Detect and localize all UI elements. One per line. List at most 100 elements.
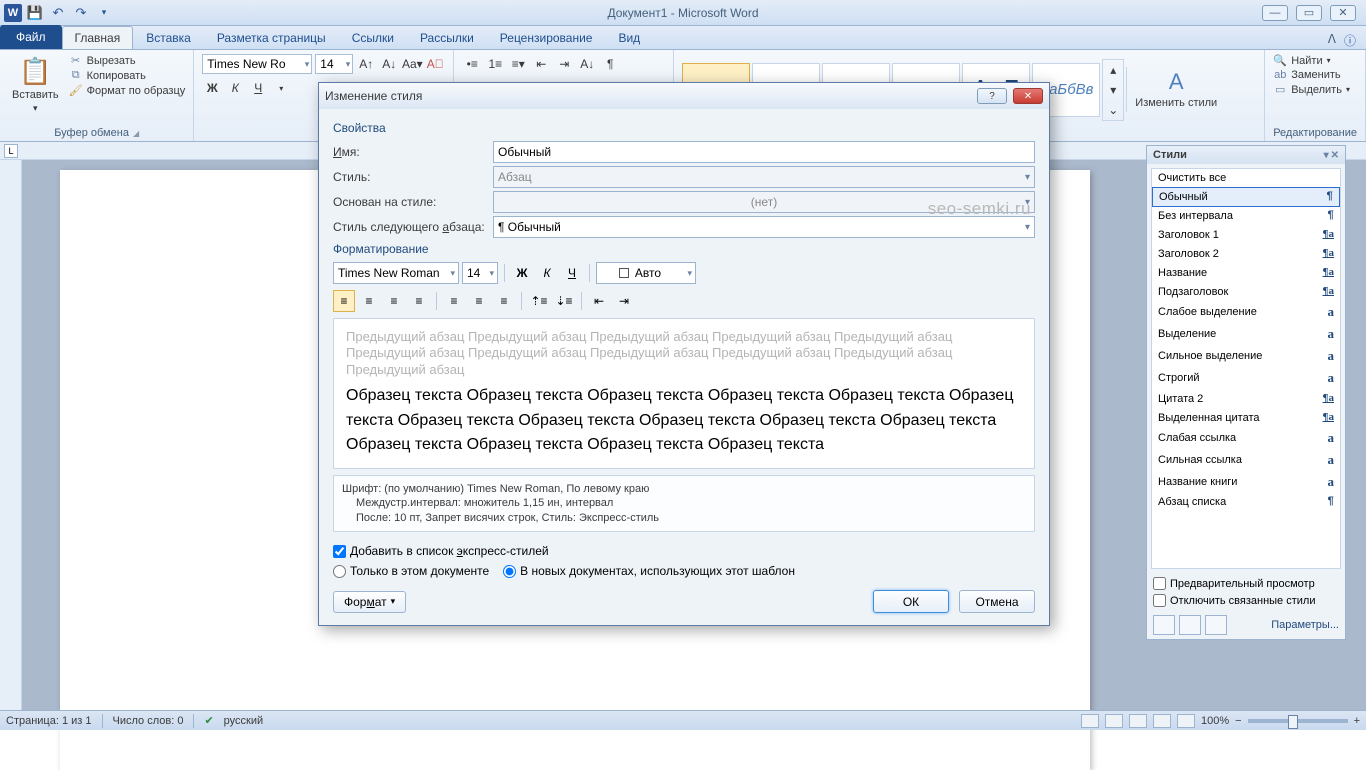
underline-dropdown-icon[interactable]: ▾ — [271, 78, 291, 98]
dialog-launcher-icon[interactable]: ◢ — [133, 129, 139, 138]
cut-button[interactable]: ✂Вырезать — [69, 54, 186, 67]
style-list-item[interactable]: Без интервала¶ — [1152, 207, 1340, 225]
indent-dec-button[interactable]: ⇤ — [588, 290, 610, 312]
clear-format-icon[interactable]: A⃠ — [425, 54, 445, 74]
dialog-underline-button[interactable]: Ч — [561, 262, 583, 284]
qat-dropdown-icon[interactable]: ▾ — [94, 3, 114, 23]
style-list-item[interactable]: Обычный¶ — [1152, 187, 1340, 207]
align-left-button[interactable]: ≡ — [333, 290, 355, 312]
maximize-button[interactable]: ▭ — [1296, 5, 1322, 21]
view-web[interactable] — [1129, 714, 1147, 728]
dialog-help-button[interactable]: ? — [977, 88, 1007, 104]
disable-linked-checkbox[interactable]: Отключить связанные стили — [1153, 594, 1339, 607]
dialog-font-combo[interactable]: Times New Roman — [333, 262, 459, 284]
tab-review[interactable]: Рецензирование — [487, 26, 606, 49]
dialog-close-button[interactable]: ✕ — [1013, 88, 1043, 104]
sort-icon[interactable]: A↓ — [577, 54, 597, 74]
view-outline[interactable] — [1153, 714, 1171, 728]
align-justify-button[interactable]: ≡ — [408, 290, 430, 312]
format-button[interactable]: Формат▾ — [333, 591, 406, 613]
dialog-italic-button[interactable]: К — [536, 262, 558, 284]
indent-inc-button[interactable]: ⇥ — [613, 290, 635, 312]
italic-button[interactable]: К — [225, 78, 245, 98]
multilevel-icon[interactable]: ≡▾ — [508, 54, 528, 74]
add-to-quick-styles-checkbox[interactable]: Добавить в список экспресс-стилей — [333, 544, 1035, 558]
change-styles-button[interactable]: A Изменить стили — [1126, 67, 1221, 111]
font-size-combo[interactable]: 14 — [315, 54, 353, 74]
tab-references[interactable]: Ссылки — [339, 26, 407, 49]
style-list-item[interactable]: Заголовок 1¶a — [1152, 225, 1340, 244]
grow-font-icon[interactable]: A↑ — [356, 54, 376, 74]
style-list-item[interactable]: Название книгиa — [1152, 471, 1340, 493]
styles-list[interactable]: Очистить всеОбычный¶Без интервала¶Заголо… — [1151, 168, 1341, 569]
pane-dropdown-icon[interactable]: ▾ — [1324, 150, 1329, 161]
status-word-count[interactable]: Число слов: 0 — [113, 715, 184, 727]
select-based-on[interactable]: (нет) — [493, 191, 1035, 213]
select-button[interactable]: ▭Выделить▾ — [1273, 83, 1350, 96]
tab-mailings[interactable]: Рассылки — [407, 26, 487, 49]
numbering-icon[interactable]: 1≡ — [485, 54, 505, 74]
view-print-layout[interactable] — [1081, 714, 1099, 728]
style-list-item[interactable]: Название¶a — [1152, 263, 1340, 282]
status-language[interactable]: русский — [224, 715, 263, 727]
help-icon[interactable]: ⓘ — [1344, 32, 1356, 49]
line-spacing-1-button[interactable]: ≡ — [443, 290, 465, 312]
line-spacing-15-button[interactable]: ≡ — [468, 290, 490, 312]
spellcheck-icon[interactable]: ✔ — [204, 714, 213, 727]
minimize-button[interactable]: — — [1262, 5, 1288, 21]
tab-view[interactable]: Вид — [605, 26, 653, 49]
save-icon[interactable]: 💾 — [25, 3, 45, 23]
bold-button[interactable]: Ж — [202, 78, 222, 98]
paste-button[interactable]: 📋 Вставить ▾ — [8, 54, 63, 116]
manage-styles-button[interactable] — [1205, 615, 1227, 635]
undo-icon[interactable]: ↶ — [48, 3, 68, 23]
bullets-icon[interactable]: •≡ — [462, 54, 482, 74]
ribbon-minimize-icon[interactable]: ᐱ — [1328, 32, 1336, 49]
redo-icon[interactable]: ↷ — [71, 3, 91, 23]
dialog-bold-button[interactable]: Ж — [511, 262, 533, 284]
only-this-doc-radio[interactable]: Только в этом документе — [333, 564, 489, 578]
new-style-button[interactable] — [1153, 615, 1175, 635]
style-list-item[interactable]: Слабое выделениеa — [1152, 301, 1340, 323]
dialog-size-combo[interactable]: 14 — [462, 262, 498, 284]
status-page[interactable]: Страница: 1 из 1 — [6, 715, 92, 727]
style-list-item[interactable]: Слабая ссылкаa — [1152, 427, 1340, 449]
view-fullscreen[interactable] — [1105, 714, 1123, 728]
zoom-slider[interactable] — [1248, 719, 1348, 723]
style-inspector-button[interactable] — [1179, 615, 1201, 635]
underline-button[interactable]: Ч — [248, 78, 268, 98]
copy-button[interactable]: ⧉Копировать — [69, 69, 186, 82]
select-next-para[interactable]: ¶ Обычный — [493, 216, 1035, 238]
align-center-button[interactable]: ≡ — [358, 290, 380, 312]
styles-options-link[interactable]: Параметры... — [1271, 619, 1339, 631]
new-docs-radio[interactable]: В новых документах, использующих этот ша… — [503, 564, 795, 578]
style-list-item[interactable]: Цитата 2¶a — [1152, 389, 1340, 408]
view-draft[interactable] — [1177, 714, 1195, 728]
tab-insert[interactable]: Вставка — [133, 26, 204, 49]
cancel-button[interactable]: Отмена — [959, 590, 1035, 613]
find-button[interactable]: 🔍Найти▾ — [1273, 54, 1350, 67]
style-list-item[interactable]: Очистить все — [1152, 169, 1340, 187]
preview-checkbox[interactable]: Предварительный просмотр — [1153, 577, 1339, 590]
tab-page-layout[interactable]: Разметка страницы — [204, 26, 339, 49]
gallery-up-icon[interactable]: ▴ — [1103, 60, 1123, 80]
replace-button[interactable]: abЗаменить — [1273, 69, 1350, 81]
zoom-in-button[interactable]: + — [1354, 715, 1360, 727]
close-button[interactable]: ✕ — [1330, 5, 1356, 21]
format-painter-button[interactable]: 🖌Формат по образцу — [69, 84, 186, 97]
zoom-out-button[interactable]: − — [1235, 715, 1241, 727]
tab-file[interactable]: Файл — [0, 25, 62, 49]
shrink-font-icon[interactable]: A↓ — [379, 54, 399, 74]
ok-button[interactable]: ОК — [873, 590, 949, 613]
input-style-name[interactable]: Обычный — [493, 141, 1035, 163]
decrease-indent-icon[interactable]: ⇤ — [531, 54, 551, 74]
style-list-item[interactable]: Строгийa — [1152, 367, 1340, 389]
tab-selector[interactable]: L — [4, 144, 18, 158]
style-list-item[interactable]: Выделенная цитата¶a — [1152, 408, 1340, 427]
space-before-inc-button[interactable]: ⇡≡ — [528, 290, 550, 312]
style-list-item[interactable]: Сильная ссылкаa — [1152, 449, 1340, 471]
zoom-level[interactable]: 100% — [1201, 715, 1229, 727]
vertical-ruler[interactable] — [0, 160, 22, 710]
show-marks-icon[interactable]: ¶ — [600, 54, 620, 74]
space-before-dec-button[interactable]: ⇣≡ — [553, 290, 575, 312]
